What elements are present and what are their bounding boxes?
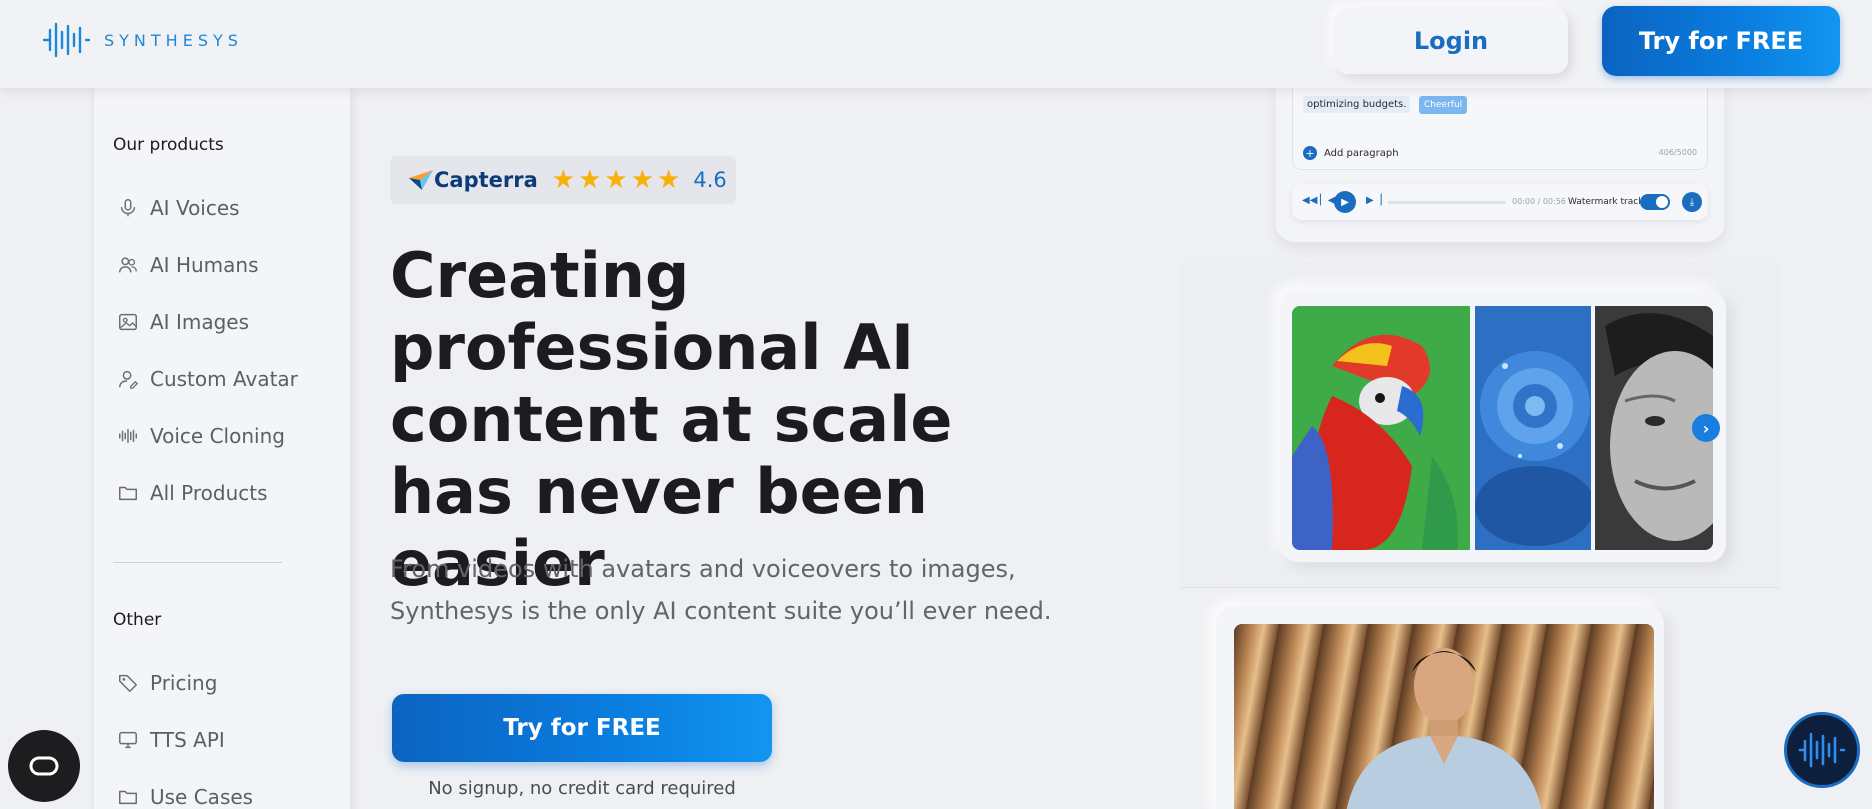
playback-progress[interactable] <box>1388 201 1506 204</box>
rewind-icon[interactable]: ◀◀ <box>1302 195 1317 206</box>
hero-subtitle: From videos with avatars and voiceovers … <box>390 555 1052 625</box>
tone-tag[interactable]: Cheerful <box>1419 96 1468 114</box>
waveform-logo-icon <box>42 22 90 58</box>
add-paragraph-button[interactable]: + Add paragraph <box>1303 146 1399 160</box>
parrot-image <box>1292 306 1470 550</box>
rating-value: 4.6 <box>693 168 727 192</box>
sidebar-item-label: All Products <box>150 481 268 505</box>
sidebar-item-label: AI Images <box>150 310 249 334</box>
sidebar-item-tts-api[interactable]: TTS API <box>116 725 225 755</box>
products-heading: Our products <box>113 135 224 155</box>
top-header: SYNTHESYS Login Try for FREE <box>0 0 1872 88</box>
folder-icon <box>116 785 140 809</box>
products-sidebar: Our products AI Voices AI Humans AI Imag… <box>94 88 350 809</box>
skip-forward-icon[interactable]: ▶▕ <box>1366 195 1381 206</box>
carousel-next-button[interactable]: › <box>1692 414 1720 442</box>
capterra-logo: Capterra <box>408 168 538 192</box>
blue-rose-image <box>1475 306 1591 550</box>
watermark-toggle[interactable] <box>1640 194 1670 210</box>
star-icon: ★ <box>657 165 681 195</box>
waveform-icon <box>1798 732 1846 768</box>
cookie-settings-button[interactable] <box>8 730 80 802</box>
sidebar-divider <box>113 562 282 563</box>
play-button[interactable]: ▶ <box>1334 191 1356 213</box>
sidebar-item-label: AI Voices <box>150 196 240 220</box>
paragraph-editor: optimizing budgets. Cheerful + Add parag… <box>1292 78 1708 170</box>
sidebar-item-label: Use Cases <box>150 785 254 809</box>
try-free-main-button[interactable]: Try for FREE <box>392 694 772 762</box>
star-icon: ★ <box>630 165 655 195</box>
add-paragraph-label: Add paragraph <box>1324 147 1399 159</box>
paragraph-text: optimizing budgets. <box>1303 96 1411 113</box>
capterra-rating-badge[interactable]: Capterra ★ ★ ★ ★ ★ 4.6 <box>390 156 736 204</box>
watermark-label: Watermark track <box>1568 197 1644 207</box>
download-icon: ⤓ <box>1689 196 1695 208</box>
rose-illustration <box>1475 306 1591 550</box>
try-free-header-button[interactable]: Try for FREE <box>1602 6 1840 76</box>
users-icon <box>116 253 140 277</box>
login-button[interactable]: Login <box>1334 8 1568 74</box>
hero-title: Creating professional AI content at scal… <box>390 239 953 600</box>
parrot-illustration <box>1292 306 1470 550</box>
microphone-icon <box>116 196 140 220</box>
sidebar-item-label: Voice Cloning <box>150 424 285 448</box>
sidebar-item-ai-images[interactable]: AI Images <box>116 307 249 337</box>
playback-time: 00:00 / 00:56 <box>1512 197 1566 206</box>
folder-icon <box>116 481 140 505</box>
capterra-arrow-icon <box>409 170 433 190</box>
monitor-icon <box>116 728 140 752</box>
sidebar-item-all-products[interactable]: All Products <box>116 478 268 508</box>
sidebar-item-pricing[interactable]: Pricing <box>116 668 217 698</box>
sidebar-item-custom-avatar[interactable]: Custom Avatar <box>116 364 298 394</box>
tag-icon <box>116 671 140 695</box>
audio-player: ◀◀ ▏◀ ▶ ▶▕ 00:00 / 00:56 Watermark track… <box>1292 184 1708 220</box>
sidebar-item-label: Custom Avatar <box>150 367 298 391</box>
voice-editor-preview: optimizing budgets. Cheerful + Add parag… <box>1276 78 1724 242</box>
ai-images-carousel <box>1280 290 1726 562</box>
star-icon: ★ <box>551 165 576 195</box>
ai-avatar-video-preview <box>1216 606 1664 809</box>
sidebar-item-ai-voices[interactable]: AI Voices <box>116 193 240 223</box>
sidebar-item-label: AI Humans <box>150 253 259 277</box>
sidebar-item-use-cases[interactable]: Use Cases <box>116 782 253 809</box>
sidebar-item-ai-humans[interactable]: AI Humans <box>116 250 259 280</box>
synthesys-logo[interactable]: SYNTHESYS <box>42 20 243 60</box>
sidebar-item-voice-cloning[interactable]: Voice Cloning <box>116 421 285 451</box>
capterra-label: Capterra <box>434 168 538 192</box>
chevron-right-icon: › <box>1702 418 1710 438</box>
sidebar-item-label: Pricing <box>150 671 218 695</box>
image-icon <box>116 310 140 334</box>
no-signup-note: No signup, no credit card required <box>428 778 736 799</box>
waveform-icon <box>116 424 140 448</box>
consent-icon <box>29 756 59 776</box>
logo-text: SYNTHESYS <box>104 30 243 50</box>
play-icon: ▶ <box>1341 196 1349 208</box>
plus-icon: + <box>1303 146 1317 160</box>
star-icon: ★ <box>604 165 628 195</box>
character-count: 406/5000 <box>1658 148 1697 157</box>
assistant-chat-button[interactable] <box>1784 712 1860 788</box>
download-button[interactable]: ⤓ <box>1682 192 1702 212</box>
other-heading: Other <box>113 610 162 630</box>
avatar-video[interactable] <box>1234 624 1654 809</box>
avatar-illustration <box>1346 648 1542 809</box>
sidebar-item-label: TTS API <box>150 728 225 752</box>
star-rating: ★ ★ ★ ★ ★ <box>552 167 684 193</box>
star-icon: ★ <box>578 165 602 195</box>
user-edit-icon <box>116 367 140 391</box>
